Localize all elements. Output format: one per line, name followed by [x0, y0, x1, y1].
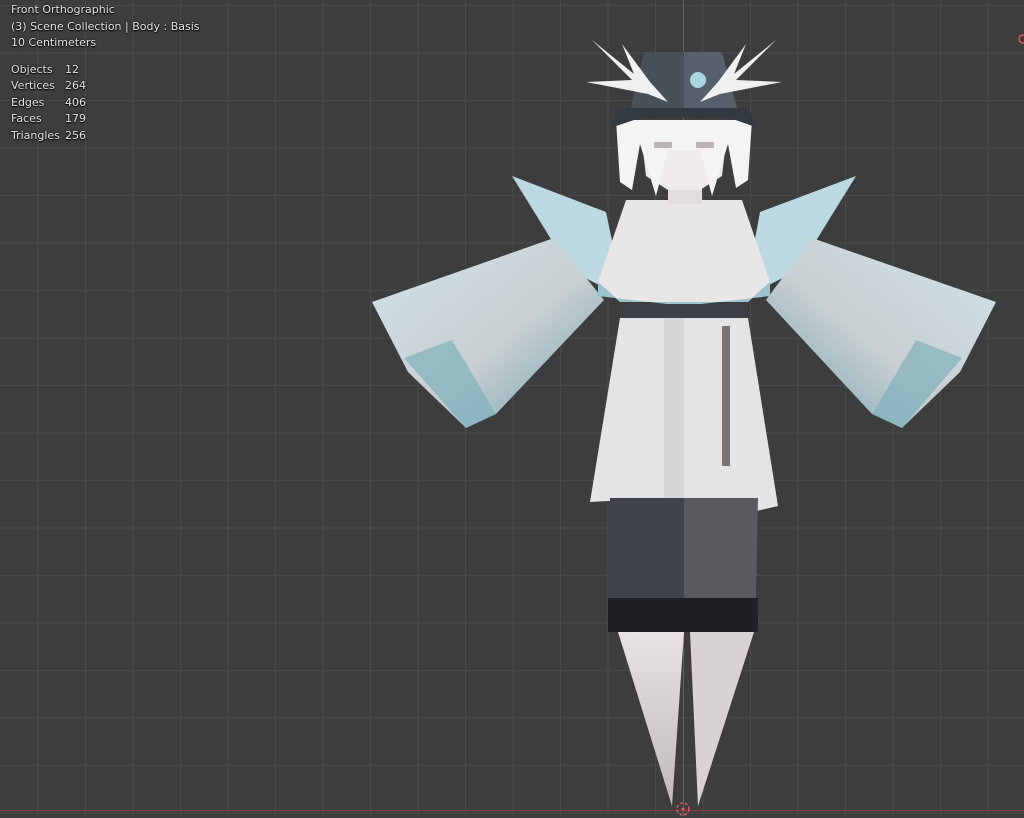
stat-row: Triangles 256	[11, 128, 200, 145]
stat-value: 12	[65, 62, 79, 76]
stat-label: Vertices	[11, 79, 55, 92]
shorts-right	[684, 498, 758, 598]
torso	[598, 200, 770, 302]
stat-row: Edges 406	[11, 95, 200, 112]
origin-marker-icon	[676, 802, 690, 816]
grid-scale: 10 Centimeters	[11, 36, 97, 49]
stat-label: Triangles	[11, 128, 60, 142]
3d-viewport[interactable]: Front Orthographic (3) Scene Collection …	[0, 0, 1024, 816]
gizmo-x-dot-icon	[1018, 34, 1024, 44]
view-name: Front Orthographic	[11, 3, 115, 16]
stat-value: 264	[65, 79, 86, 92]
left-sleeve	[372, 238, 604, 428]
stat-value: 406	[65, 95, 86, 109]
left-leg	[618, 632, 684, 806]
right-leg	[690, 632, 754, 806]
viewport-overlay-text: Front Orthographic (3) Scene Collection …	[11, 2, 200, 144]
stat-label: Faces	[11, 112, 42, 125]
stat-row: Vertices 264	[11, 78, 200, 95]
shorts-left	[608, 498, 684, 598]
scene-statistics: Objects 12 Vertices 264 Edges 406 Faces …	[11, 62, 200, 145]
stat-label: Objects	[11, 62, 53, 76]
stat-row: Objects 12	[11, 62, 200, 79]
stat-row: Faces 179	[11, 111, 200, 128]
stat-value: 256	[65, 128, 86, 142]
belt	[624, 304, 744, 318]
collection-info: (3) Scene Collection | Body : Basis	[11, 19, 200, 33]
stat-value: 179	[65, 112, 86, 125]
stat-label: Edges	[11, 95, 45, 109]
